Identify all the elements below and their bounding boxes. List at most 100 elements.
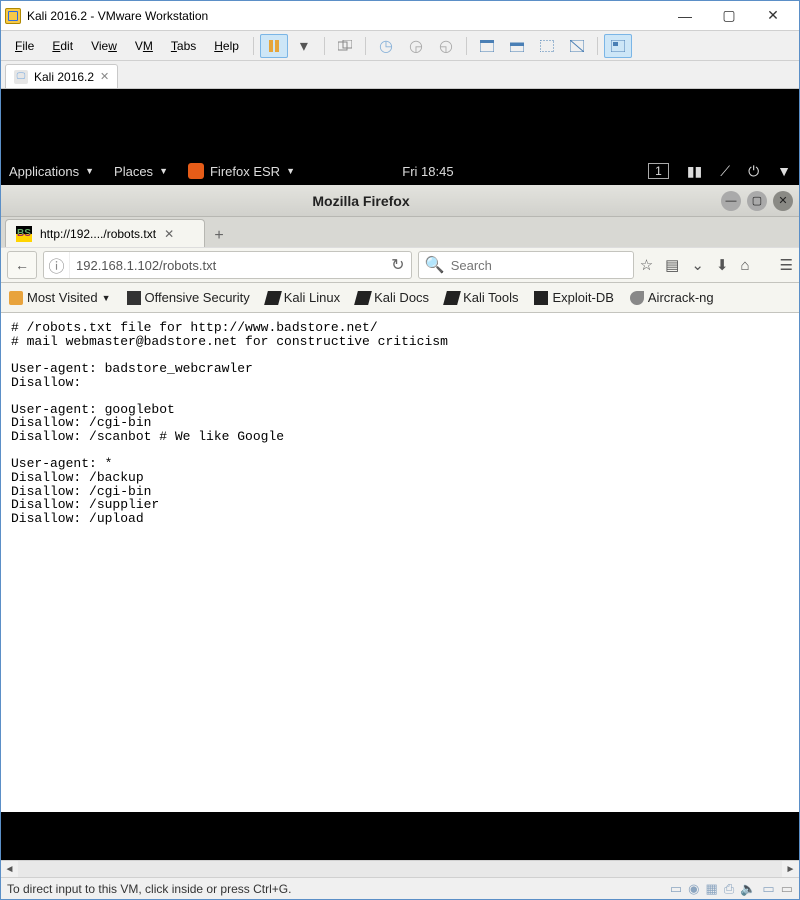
- home-icon[interactable]: ⌂: [740, 257, 749, 274]
- folder-icon: [9, 291, 23, 305]
- cdrom-icon[interactable]: ◉: [688, 881, 699, 897]
- send-ctrlaltdel-button[interactable]: [331, 34, 359, 58]
- kali-applications-menu[interactable]: Applications▼: [9, 164, 94, 179]
- tools-icon[interactable]: ⟋: [720, 163, 730, 180]
- power-dropdown-icon[interactable]: ▾: [290, 34, 318, 58]
- firefox-tab-label: http://192..../robots.txt: [40, 227, 156, 241]
- url-input[interactable]: [70, 258, 385, 273]
- bookmarks-toolbar: Most Visited▼ Offensive Security Kali Li…: [1, 283, 799, 313]
- kali-active-app-label: Firefox ESR: [210, 164, 280, 179]
- firefox-window-title: Mozilla Firefox: [7, 193, 715, 209]
- vmware-status-text: To direct input to this VM, click inside…: [7, 882, 291, 896]
- kali-applications-label: Applications: [9, 164, 79, 179]
- view-thumbnail-button[interactable]: [604, 34, 632, 58]
- search-bar[interactable]: 🔍: [418, 251, 634, 279]
- view-console-button[interactable]: [533, 34, 561, 58]
- sound-icon[interactable]: 🔈: [740, 881, 756, 897]
- kali-icon: [354, 291, 372, 305]
- page-content: # /robots.txt file for http://www.badsto…: [1, 313, 799, 812]
- firefox-maximize-button[interactable]: ▢: [747, 191, 767, 211]
- kali-active-app[interactable]: Firefox ESR▼: [188, 163, 295, 179]
- vmware-menubar: File Edit View VM Tabs Help ▾ ◷ ◶ ◵: [1, 31, 799, 61]
- snapshot-manage-button[interactable]: ◵: [432, 34, 460, 58]
- scroll-right-icon[interactable]: ►: [782, 861, 799, 878]
- vmware-icon: [5, 8, 21, 24]
- back-button[interactable]: ←: [7, 251, 37, 279]
- search-icon: 🔍: [425, 255, 445, 275]
- system-dropdown-icon[interactable]: ▼: [777, 163, 791, 179]
- kali-icon: [264, 291, 282, 305]
- pause-vm-button[interactable]: [260, 34, 288, 58]
- network-icon[interactable]: ▦: [706, 881, 718, 897]
- bookmark-kali-docs[interactable]: Kali Docs: [356, 290, 429, 305]
- url-bar[interactable]: ⓘ ↻: [43, 251, 412, 279]
- kali-icon: [443, 291, 461, 305]
- firefox-navbar: ← ⓘ ↻ 🔍 ☆ ▤ ⌄ ⬇ ⌂ ☰: [1, 247, 799, 283]
- bookmark-star-icon[interactable]: ☆: [640, 256, 653, 274]
- vm-tab-close-icon[interactable]: ✕: [100, 70, 109, 83]
- guest-viewport[interactable]: Applications▼ Places▼ Firefox ESR▼ Fri 1…: [1, 89, 799, 860]
- snapshot-revert-button[interactable]: ◶: [402, 34, 430, 58]
- firefox-minimize-button[interactable]: —: [721, 191, 741, 211]
- firefox-close-button[interactable]: ✕: [773, 191, 793, 211]
- firefox-tab-active[interactable]: http://192..../robots.txt ✕: [5, 219, 205, 247]
- message-log-icon[interactable]: ▭: [781, 881, 793, 897]
- menu-edit[interactable]: Edit: [44, 35, 81, 57]
- firefox-window: Mozilla Firefox — ▢ ✕ http://192..../rob…: [1, 185, 799, 812]
- close-button[interactable]: ✕: [751, 2, 795, 30]
- video-icon[interactable]: ▮▮: [687, 163, 702, 180]
- bookmark-exploit-db[interactable]: Exploit-DB: [534, 290, 613, 305]
- vmware-tabbar: 🖵 Kali 2016.2 ✕: [1, 61, 799, 89]
- new-tab-button[interactable]: +: [205, 225, 233, 247]
- bookmark-label: Kali Tools: [463, 290, 518, 305]
- view-fullscreen-button[interactable]: [473, 34, 501, 58]
- printer-icon[interactable]: ⎙: [724, 881, 734, 897]
- bookmark-label: Most Visited: [27, 290, 98, 305]
- kali-top-panel: Applications▼ Places▼ Firefox ESR▼ Fri 1…: [1, 157, 799, 185]
- vmware-statusbar: To direct input to this VM, click inside…: [1, 877, 799, 899]
- scroll-left-icon[interactable]: ◄: [1, 861, 18, 878]
- scroll-track[interactable]: [18, 861, 782, 877]
- kali-places-menu[interactable]: Places▼: [114, 164, 168, 179]
- maximize-button[interactable]: ▢: [707, 2, 751, 30]
- search-input[interactable]: [451, 258, 627, 273]
- harddisk-icon[interactable]: ▭: [670, 881, 682, 897]
- kali-clock[interactable]: Fri 18:45: [402, 164, 453, 179]
- bookmark-most-visited[interactable]: Most Visited▼: [9, 290, 111, 305]
- workspace-indicator[interactable]: 1: [648, 163, 669, 179]
- view-unity-button[interactable]: [503, 34, 531, 58]
- bookmarks-list-icon[interactable]: ▤: [665, 256, 679, 274]
- firefox-icon: [188, 163, 204, 179]
- menu-file[interactable]: File: [7, 35, 42, 57]
- pocket-icon[interactable]: ⌄: [691, 256, 704, 274]
- host-horizontal-scrollbar[interactable]: ◄ ►: [1, 860, 799, 877]
- firefox-tab-close-icon[interactable]: ✕: [164, 227, 174, 241]
- firefox-tabstrip: http://192..../robots.txt ✕ +: [1, 217, 799, 247]
- menu-view[interactable]: View: [83, 35, 125, 57]
- display-icon[interactable]: ▭: [762, 881, 774, 897]
- vmware-device-icons: ▭ ◉ ▦ ⎙ 🔈 ▭ ▭: [670, 881, 793, 897]
- power-icon[interactable]: ⏻: [748, 163, 759, 180]
- offsec-icon: [127, 291, 141, 305]
- menu-vm[interactable]: VM: [127, 35, 161, 57]
- menu-tabs[interactable]: Tabs: [163, 35, 204, 57]
- bookmark-label: Kali Docs: [374, 290, 429, 305]
- vm-tab-kali[interactable]: 🖵 Kali 2016.2 ✕: [5, 64, 118, 88]
- downloads-icon[interactable]: ⬇: [716, 256, 729, 274]
- menu-help[interactable]: Help: [206, 35, 247, 57]
- bookmark-kali-tools[interactable]: Kali Tools: [445, 290, 518, 305]
- hamburger-menu-icon[interactable]: ☰: [780, 256, 793, 274]
- bookmark-kali-linux[interactable]: Kali Linux: [266, 290, 340, 305]
- vmware-window-title: Kali 2016.2 - VMware Workstation: [27, 9, 663, 23]
- firefox-titlebar: Mozilla Firefox — ▢ ✕: [1, 185, 799, 217]
- bookmark-aircrack[interactable]: Aircrack-ng: [630, 290, 714, 305]
- reload-button[interactable]: ↻: [385, 255, 411, 275]
- view-stretch-button[interactable]: [563, 34, 591, 58]
- aircrack-icon: [630, 291, 644, 305]
- bookmark-label: Kali Linux: [284, 290, 340, 305]
- minimize-button[interactable]: —: [663, 2, 707, 30]
- bookmark-offensive-security[interactable]: Offensive Security: [127, 290, 250, 305]
- snapshot-take-button[interactable]: ◷: [372, 34, 400, 58]
- vmware-window: Kali 2016.2 - VMware Workstation — ▢ ✕ F…: [0, 0, 800, 900]
- identity-icon[interactable]: ⓘ: [44, 252, 70, 278]
